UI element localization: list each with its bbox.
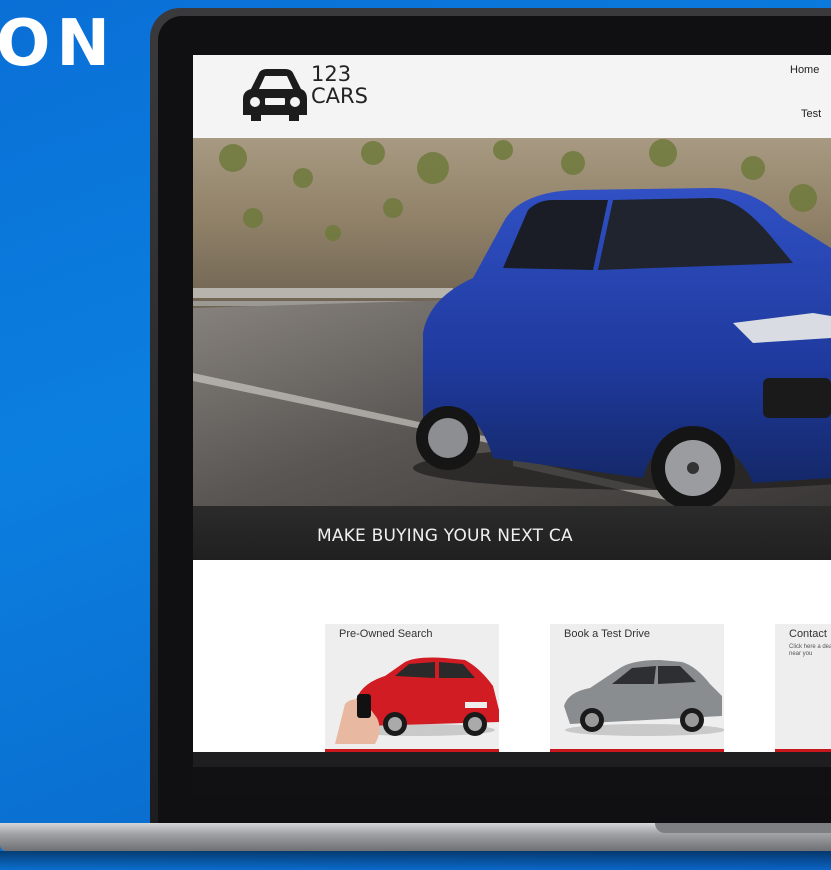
screen-bottom-bezel: [193, 767, 831, 797]
card-body-text: Click here a dealersh near you: [789, 644, 831, 657]
nav-test-link[interactable]: Test: [801, 108, 821, 120]
car-logo-icon: [243, 69, 307, 121]
nav-home-link[interactable]: Home: [790, 64, 819, 76]
laptop-trackpad-notch: [655, 823, 831, 833]
logo-line1: 123: [311, 62, 352, 86]
laptop-screen: 123 CARS Home Test MAKE BUYING YOUR NEXT…: [193, 55, 831, 767]
card-pre-owned-search[interactable]: Pre-Owned Search: [325, 624, 499, 752]
site-logo[interactable]: 123 CARS: [241, 63, 368, 125]
site-footer: [193, 752, 831, 767]
card-book-test-drive[interactable]: Book a Test Drive: [550, 624, 724, 752]
card-title: Book a Test Drive: [564, 628, 651, 640]
logo-line2: CARS: [311, 84, 368, 108]
hero-tagline: MAKE BUYING YOUR NEXT CA: [317, 526, 573, 546]
card-title: Contact: [789, 628, 827, 640]
card-title: Pre-Owned Search: [339, 628, 433, 640]
card-contact[interactable]: Contact Click here a dealersh near you: [775, 624, 831, 752]
tagline-bar: MAKE BUYING YOUR NEXT CA: [193, 506, 831, 560]
banner-title: ON: [0, 7, 116, 81]
site-header: 123 CARS Home Test: [193, 55, 831, 139]
hero-image: [193, 138, 831, 506]
grey-sedan-image: [564, 660, 724, 736]
red-car-with-keys-image: [335, 657, 499, 744]
laptop-shadow: [0, 851, 831, 870]
